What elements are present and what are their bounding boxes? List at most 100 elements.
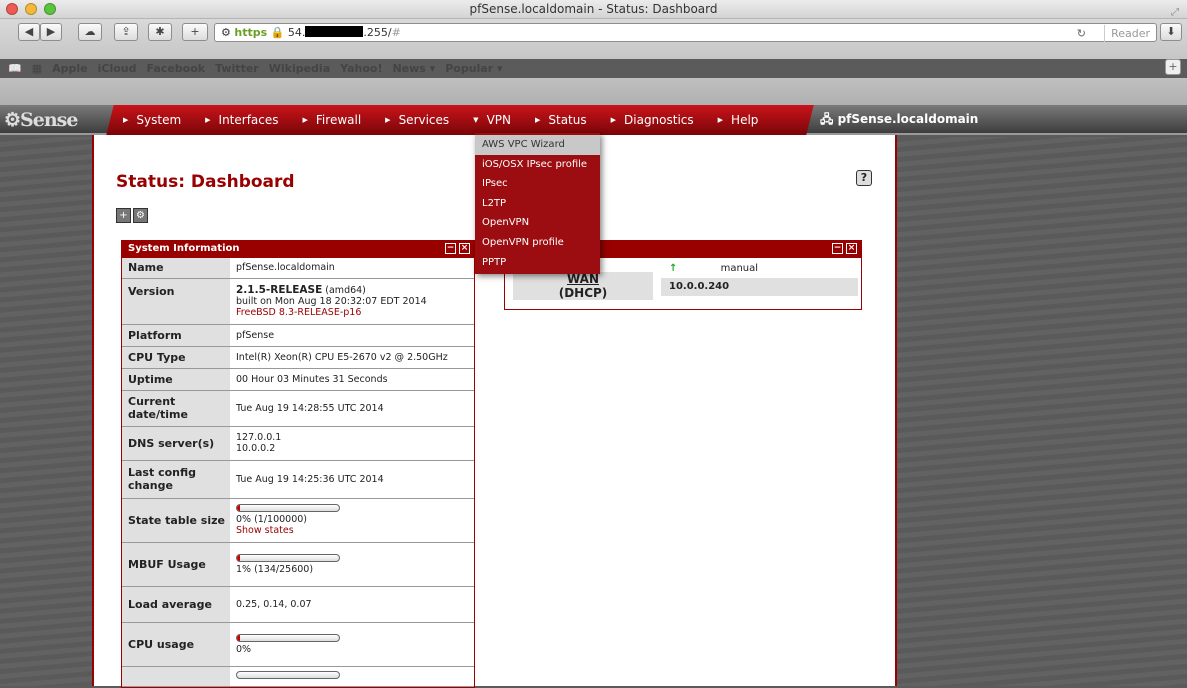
zoom-window-button[interactable] [44,3,56,15]
address-bar[interactable]: ⚙ https 🔒 54. .255/# ↻ Reader [214,23,1157,42]
add-widget-icon[interactable]: + [116,208,131,223]
downloads-button[interactable]: ⬇ [1160,23,1182,41]
dns-server: 127.0.0.1 [236,432,282,443]
forward-button[interactable]: ▶ [40,23,62,41]
minimize-icon[interactable]: − [832,243,843,254]
minimize-icon[interactable]: − [445,243,456,254]
arrow-right-icon: ▶ [534,116,541,124]
icloud-tabs-button[interactable]: ☁ [78,23,102,41]
new-tab-button[interactable]: + [182,23,208,41]
bookmark-item[interactable]: Twitter [215,62,259,75]
bookmark-item[interactable]: Apple [52,62,88,75]
reading-list-icon[interactable]: 📖 [8,62,22,75]
nav-label: Help [731,113,759,127]
state-table-bar [236,504,340,512]
nav-item-interfaces[interactable]: ▶ Interfaces [205,113,278,127]
url-scheme: https [234,26,268,39]
host-label[interactable]: 🖧 pfSense.localdomain [820,105,978,135]
freebsd-version: FreeBSD 8.3-RELEASE-p16 [236,307,362,318]
arrow-right-icon: ▶ [302,116,308,124]
table-row [122,666,474,687]
menu-item-openvpn[interactable]: OpenVPN [475,213,600,233]
url-host-suffix: .255/ [363,26,392,39]
row-value: pfSense [230,324,474,347]
help-icon[interactable]: ? [856,170,872,186]
bookmark-item[interactable]: iCloud [98,62,137,75]
close-icon[interactable]: × [846,243,857,254]
nav-item-services[interactable]: ▶ Services [385,113,449,127]
menu-item-pptp[interactable]: PPTP [475,253,600,273]
bookmark-item[interactable]: Facebook [147,62,206,75]
window-controls [6,3,56,15]
vpn-dropdown: AWS VPC Wizard iOS/OSX IPsec profile IPs… [475,133,600,275]
browser-toolbar: ◀ ▶ ☁ ⇪ ✱ + ⚙ https 🔒 54. .255/# ↻ Reader… [0,19,1187,75]
row-key: Name [122,258,230,279]
host-name: pfSense.localdomain [837,112,979,126]
cpu-usage-value: 0% [236,643,252,655]
top-nav: ⚙Sense ▶ System ▶ Interfaces ▶ Firewall ▶ Se… [0,105,1187,135]
reload-icon[interactable]: ↻ [1077,25,1086,42]
row-key: Version [122,278,230,325]
row-key: CPU usage [122,622,230,667]
version-built: built on Mon Aug 18 20:32:07 EDT 2014 [236,296,427,307]
nav-label: Interfaces [218,113,279,127]
share-button[interactable]: ⇪ [114,23,138,41]
url-host-prefix: 54. [287,26,306,39]
bookmark-item[interactable]: News ▾ [392,62,435,75]
row-key: Load average [122,586,230,623]
nav-menu: ▶ System ▶ Interfaces ▶ Firewall ▶ Services … [123,105,782,135]
wan-interface[interactable]: WAN (DHCP) [513,272,653,300]
nav-label: Status [548,113,587,127]
table-row: Version 2.1.5-RELEASE (amd64) built on Mon… [122,278,474,325]
minimize-window-button[interactable] [25,3,37,15]
nav-item-diagnostics[interactable]: ▶ Diagnostics [611,113,694,127]
table-row: State table size 0% (1/100000) Show states [122,498,474,543]
bookmark-item[interactable]: Wikipedia [269,62,330,75]
menu-item-l2tp[interactable]: L2TP [475,194,600,214]
system-information-widget: System Information − × Name pfSense.local… [121,240,475,688]
arrow-right-icon: ▶ [123,116,129,124]
table-row: Current date/time Tue Aug 19 14:28:55 UTC… [122,390,474,427]
wan-ip: 10.0.0.240 [661,278,858,296]
lock-icon: 🔒 [270,26,285,39]
table-row: CPU Type Intel(R) Xeon(R) CPU E5-2670 v2 … [122,346,474,369]
row-value: pfSense.localdomain [230,258,474,279]
arrow-right-icon: ▶ [385,116,391,124]
bar-fill [237,554,241,561]
nav-item-system[interactable]: ▶ System [123,113,181,127]
row-value: 2.1.5-RELEASE (amd64) built on Mon Aug 18… [230,278,474,325]
row-key: MBUF Usage [122,542,230,587]
arrow-right-icon: ▶ [610,116,617,124]
close-icon[interactable]: × [459,243,470,254]
url-hash: # [391,26,401,39]
menu-item-openvpn-profile[interactable]: OpenVPN profile [475,233,600,253]
cpu-usage-bar [236,633,340,642]
menu-item-aws-vpc-wizard[interactable]: AWS VPC Wizard [475,135,600,155]
pfsense-logo[interactable]: ⚙Sense [4,109,78,131]
save-settings-icon[interactable]: ⚙ [133,208,148,223]
show-states-link[interactable]: Show states [236,525,294,536]
table-row: Name pfSense.localdomain [122,258,474,279]
arrow-down-icon: ▼ [473,116,479,124]
nav-item-help[interactable]: ▶ Help [718,113,759,127]
nav-label: Services [398,113,450,127]
menu-item-ipsec[interactable]: IPsec [475,174,600,194]
bookmark-item[interactable]: Popular ▾ [445,62,502,75]
reader-button[interactable]: Reader [1104,25,1150,42]
redacted-mask [305,26,364,37]
add-bookmark-button[interactable]: + [1165,59,1181,75]
nav-item-vpn[interactable]: ▼ VPN [473,113,511,127]
nav-item-firewall[interactable]: ▶ Firewall [303,113,362,127]
bookmarks-bar: 📖 ▦ Apple iCloud Facebook Twitter Wikipe… [0,59,1187,78]
menu-item-ios-ipsec-profile[interactable]: iOS/OSX IPsec profile [475,155,600,175]
version-arch: (amd64) [325,285,366,296]
nav-item-status[interactable]: ▶ Status [535,113,587,127]
bookmark-item[interactable]: Yahoo! [340,62,382,75]
top-sites-icon[interactable]: ▦ [32,62,42,75]
close-window-button[interactable] [6,3,18,15]
wan-mode: manual [720,263,759,274]
memory-bar [236,671,340,679]
extension-button[interactable]: ✱ [148,23,172,41]
back-button[interactable]: ◀ [18,23,40,41]
system-info-table: Name pfSense.localdomain Version 2.1.5-REL… [122,258,474,687]
